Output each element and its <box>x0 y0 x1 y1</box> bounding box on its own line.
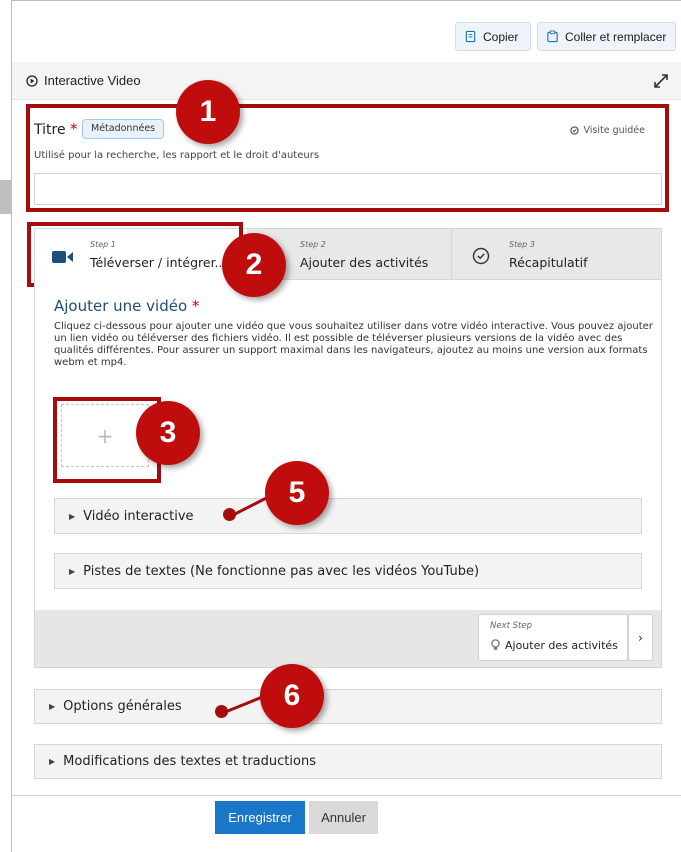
step-3-label: Récapitulatif <box>509 255 588 270</box>
expand-icon[interactable] <box>653 73 669 89</box>
caret-right-icon: ▶ <box>49 702 56 711</box>
next-step-caption: Next Step <box>490 621 533 631</box>
callout-5-dot <box>223 508 236 521</box>
callout-6: 6 <box>260 664 324 728</box>
add-video-title: Ajouter une vidéo <box>54 297 188 315</box>
callout-6-dot <box>215 705 228 718</box>
footer-divider <box>11 795 681 796</box>
copy-button[interactable]: Copier <box>455 22 531 51</box>
caret-right-icon: ▶ <box>69 511 76 521</box>
cancel-button[interactable]: Annuler <box>309 801 378 834</box>
general-options-label: Options générales <box>63 699 182 714</box>
side-handle[interactable] <box>0 180 12 214</box>
text-tracks-accordion[interactable]: ▶ Pistes de textes (Ne fonctionne pas av… <box>54 553 642 589</box>
callout-5: 5 <box>265 461 329 525</box>
step-summary[interactable]: Step 3 Récapitulatif <box>451 229 661 281</box>
highlight-box-title <box>26 104 669 212</box>
copy-label: Copier <box>483 29 519 44</box>
step-2-label: Ajouter des activités <box>300 255 429 270</box>
paste-label: Coller et remplacer <box>565 29 667 44</box>
text-overrides-accordion[interactable]: ▶ Modifications des textes et traduction… <box>34 744 662 779</box>
interactive-video-accordion[interactable]: ▶ Vidéo interactive <box>54 498 642 534</box>
callout-3: 3 <box>136 401 200 465</box>
callout-1: 1 <box>176 80 240 144</box>
text-tracks-label: Pistes de textes (Ne fonctionne pas avec… <box>83 563 480 579</box>
frame-top-border <box>11 0 681 1</box>
next-step-arrow[interactable]: › <box>628 614 653 661</box>
caret-right-icon: ▶ <box>69 566 76 576</box>
frame-left-border <box>11 0 12 852</box>
callout-2: 2 <box>222 233 286 297</box>
add-video-description: Cliquez ci-dessous pour ajouter une vidé… <box>54 321 653 368</box>
check-circle-icon <box>472 247 490 265</box>
paste-icon <box>547 30 558 43</box>
required-asterisk: * <box>191 297 200 315</box>
panel-title: Interactive Video <box>44 73 141 88</box>
highlight-box-step1 <box>27 222 243 287</box>
play-circle-icon <box>26 74 38 87</box>
text-overrides-label: Modifications des textes et traductions <box>63 754 316 769</box>
paste-replace-button[interactable]: Coller et remplacer <box>537 22 676 51</box>
interactive-video-label: Vidéo interactive <box>83 508 194 524</box>
copy-icon <box>465 30 476 43</box>
bulb-icon <box>491 639 500 650</box>
general-options-accordion[interactable]: ▶ Options générales <box>34 689 662 724</box>
save-button[interactable]: Enregistrer <box>215 801 305 834</box>
add-video-heading: Ajouter une vidéo * <box>54 297 199 315</box>
step-3-number: Step 3 <box>509 240 535 249</box>
step-2-number: Step 2 <box>300 240 326 249</box>
caret-right-icon: ▶ <box>49 757 56 766</box>
next-step-label: Ajouter des activités <box>505 639 618 652</box>
content-type-header: Interactive Video <box>12 62 681 100</box>
